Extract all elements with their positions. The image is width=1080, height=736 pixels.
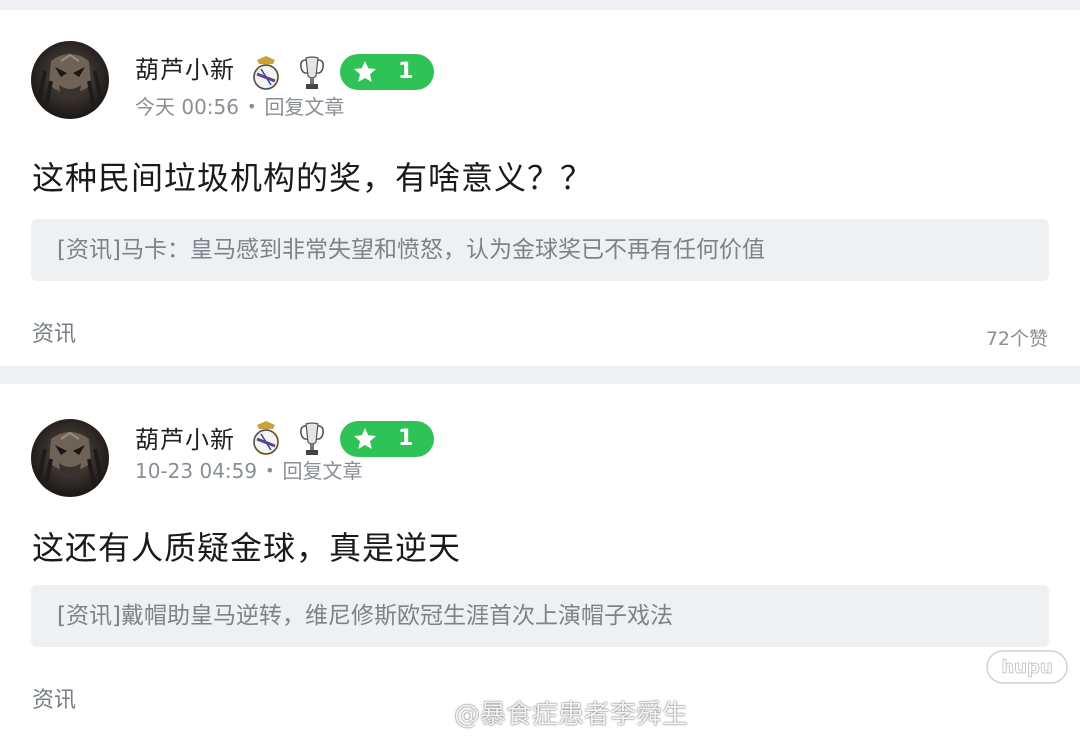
hupu-watermark-logo: hupu xyxy=(986,650,1068,684)
card-divider xyxy=(0,366,1080,384)
topic-tag[interactable]: 资讯 xyxy=(32,320,76,350)
level-number: 1 xyxy=(398,426,414,451)
top-spacer xyxy=(0,0,1080,10)
reply-action: 回复文章 xyxy=(264,95,345,119)
username[interactable]: 葫芦小新 xyxy=(135,425,235,455)
star-icon xyxy=(354,61,376,82)
club-crest-icon xyxy=(251,54,281,92)
reply-meta: 10-23 04:59 • 回复文章 xyxy=(135,458,363,484)
reply-comment: 这还有人质疑金球，真是逆天 xyxy=(32,529,462,567)
quoted-article[interactable]: [资讯]戴帽助皇马逆转，维尼修斯欧冠生涯首次上演帽子戏法 xyxy=(31,585,1049,647)
reply-action: 回复文章 xyxy=(282,459,363,483)
topic-tag[interactable]: 资讯 xyxy=(32,686,76,716)
club-crest-icon xyxy=(251,419,281,457)
trophy-icon xyxy=(299,54,325,92)
weibo-logo-icon xyxy=(408,699,444,727)
level-badge: 1 xyxy=(340,421,434,457)
reply-meta: 今天 00:56 • 回复文章 xyxy=(135,94,344,120)
reply-time: 10-23 04:59 xyxy=(135,459,258,483)
reply-card[interactable]: 葫芦小新 1 10-23 04:59 • 回复文章 这还有人质疑金球，真是逆天 [资… xyxy=(0,384,1080,736)
like-count[interactable]: 72个赞 xyxy=(986,326,1048,352)
weibo-watermark: @暴食症患者李舜生 xyxy=(408,692,688,732)
meta-separator: • xyxy=(247,97,257,116)
meta-separator: • xyxy=(265,461,275,480)
quoted-article[interactable]: [资讯]马卡：皇马感到非常失望和愤怒，认为金球奖已不再有任何价值 xyxy=(31,219,1049,281)
user-avatar[interactable] xyxy=(31,419,109,497)
level-badge: 1 xyxy=(340,54,434,90)
weibo-watermark-text: @暴食症患者李舜生 xyxy=(454,699,689,730)
reply-card[interactable]: 葫芦小新 1 今天 00:56 • 回复文章 这种民间垃圾机构的奖，有啥意义？？ [… xyxy=(0,10,1080,366)
user-avatar[interactable] xyxy=(31,41,109,119)
hupu-watermark-text: hupu xyxy=(1001,657,1052,678)
trophy-icon xyxy=(299,420,325,458)
reply-comment: 这种民间垃圾机构的奖，有啥意义？？ xyxy=(32,159,594,197)
level-number: 1 xyxy=(398,59,414,84)
star-icon xyxy=(354,428,376,449)
username[interactable]: 葫芦小新 xyxy=(135,55,235,85)
reply-time: 今天 00:56 xyxy=(135,95,239,119)
